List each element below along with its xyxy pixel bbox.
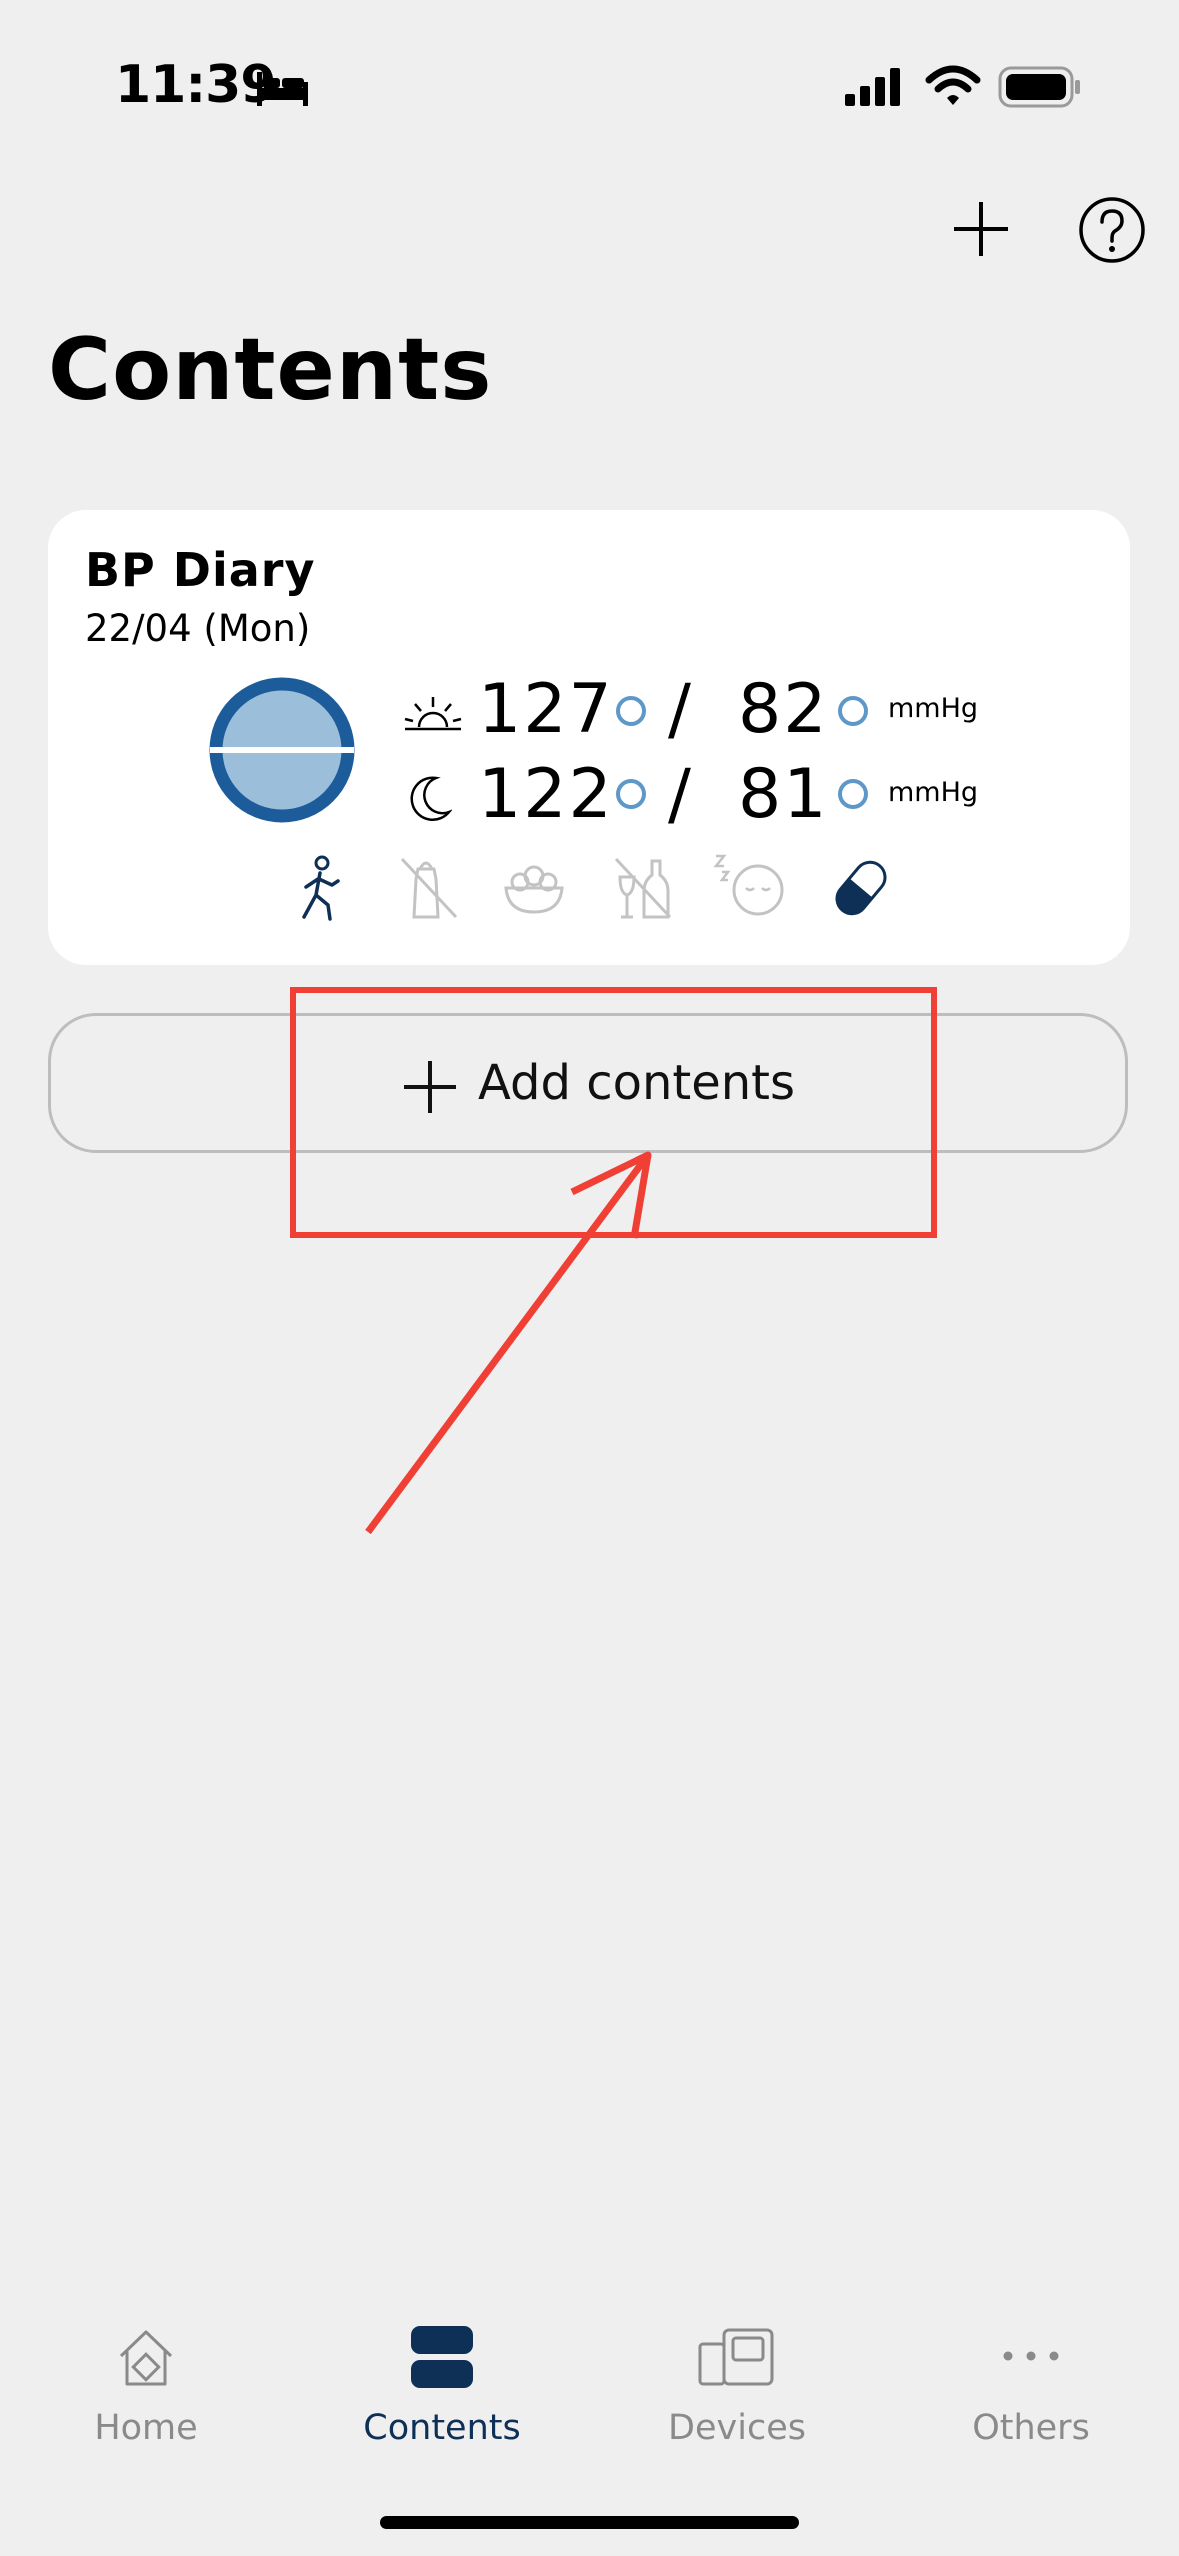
tab-others-label: Others bbox=[972, 2408, 1090, 2448]
tab-home-label: Home bbox=[94, 2408, 198, 2448]
tab-contents-label: Contents bbox=[363, 2408, 521, 2448]
home-icon bbox=[119, 2330, 173, 2386]
annotation-overlay bbox=[290, 987, 937, 1535]
tab-devices-label: Devices bbox=[668, 2408, 806, 2448]
home-indicator bbox=[380, 2516, 799, 2529]
devices-icon bbox=[698, 2328, 774, 2386]
more-icon bbox=[1003, 2351, 1059, 2361]
contents-icon bbox=[411, 2326, 473, 2388]
annotation-arrow bbox=[365, 1152, 651, 1535]
